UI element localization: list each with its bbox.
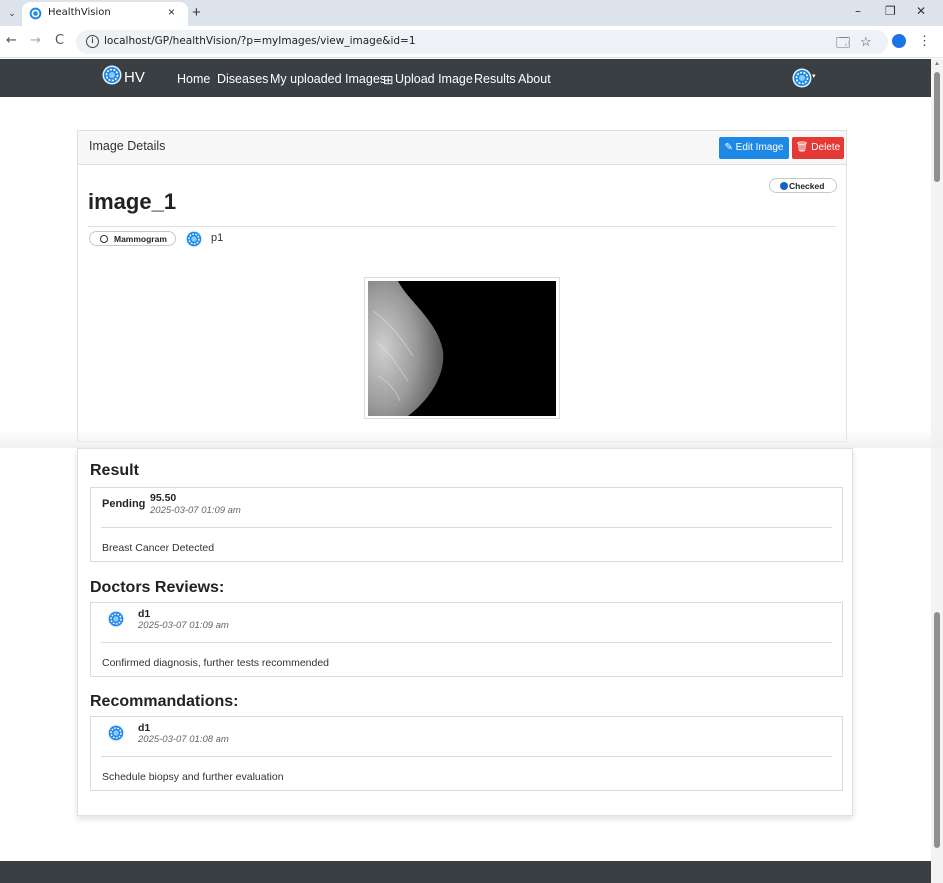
profile-avatar-icon[interactable] <box>892 34 906 48</box>
nav-results[interactable]: Results <box>474 72 516 86</box>
address-bar[interactable]: i localhost/GP/healthVision/?p=myImages/… <box>76 30 888 54</box>
recommender-name: d1 <box>138 722 151 734</box>
site-footer <box>0 861 931 883</box>
recommendation-timestamp: 2025-03-07 01:08 am <box>138 734 229 745</box>
restore-button[interactable]: ❐ <box>885 4 896 18</box>
edit-image-button[interactable]: ✎ Edit Image <box>719 137 789 159</box>
delete-label: Delete <box>811 142 841 153</box>
tab-close-icon[interactable]: × <box>168 5 175 19</box>
image-type-text: Mammogram <box>114 234 167 244</box>
forward-button[interactable]: → <box>30 33 41 48</box>
site-info-icon[interactable]: i <box>86 35 99 48</box>
divider <box>101 527 832 528</box>
image-type-badge: Mammogram <box>89 231 176 246</box>
nav-home[interactable]: Home <box>177 72 210 86</box>
user-menu-caret-icon[interactable]: ▾ <box>812 72 816 80</box>
owner-name: p1 <box>211 232 224 244</box>
status-text: Checked <box>789 181 825 191</box>
reload-button[interactable]: C <box>55 33 64 48</box>
owner-avatar-icon <box>185 230 203 248</box>
translate-icon[interactable]: 🗔 <box>836 34 850 56</box>
result-score: 95.50 <box>150 492 177 504</box>
url-text: localhost/GP/healthVision/?p=myImages/vi… <box>104 35 416 47</box>
nav-upload-icon: ⊞ <box>383 73 394 87</box>
minimize-button[interactable]: – <box>855 4 861 18</box>
scroll-fold <box>0 430 943 448</box>
nav-diseases[interactable]: Diseases <box>217 72 268 86</box>
recommendation-text: Schedule biopsy and further evaluation <box>102 771 284 783</box>
bookmark-star-icon[interactable]: ☆ <box>860 34 872 50</box>
user-menu-avatar-icon[interactable] <box>792 68 812 88</box>
result-timestamp: 2025-03-07 01:09 am <box>150 505 241 516</box>
scrollbar-thumb-lower[interactable] <box>934 612 940 848</box>
status-dot-icon <box>780 182 788 190</box>
tab-title: HealthVision <box>48 7 111 18</box>
browser-tab-strip: ⌄ HealthVision × + – ❐ ✕ <box>0 0 943 26</box>
result-text: Breast Cancer Detected <box>102 542 215 554</box>
browser-toolbar: ← → C i localhost/GP/healthVision/?p=myI… <box>0 26 943 58</box>
result-heading: Result <box>90 462 139 479</box>
reviewer-name: d1 <box>138 608 151 620</box>
card-header: Image Details ✎ Edit Image 🗑 Delete <box>78 131 846 165</box>
back-button[interactable]: ← <box>6 33 17 48</box>
edit-icon: ✎ <box>724 142 733 153</box>
doctor-avatar-icon <box>107 610 125 628</box>
divider <box>101 642 832 643</box>
divider <box>88 226 836 227</box>
divider <box>101 756 832 757</box>
status-badge: Checked <box>769 178 837 193</box>
review-timestamp: 2025-03-07 01:09 am <box>138 620 229 631</box>
close-window-button[interactable]: ✕ <box>916 4 926 18</box>
nav-upload-image[interactable]: Upload Image <box>395 72 473 86</box>
brand-logo-icon[interactable] <box>102 65 122 85</box>
brand-name[interactable]: HV <box>124 69 145 86</box>
result-box: Pending 95.50 2025-03-07 01:09 am Breast… <box>90 487 843 562</box>
recommendation-item: d1 2025-03-07 01:08 am Schedule biopsy a… <box>90 716 843 791</box>
scrollbar-thumb[interactable] <box>934 72 940 182</box>
browser-menu-icon[interactable]: ⋮ <box>918 33 931 49</box>
tab-list-button[interactable]: ⌄ <box>4 6 20 20</box>
image-details-card: Image Details ✎ Edit Image 🗑 Delete Chec… <box>77 130 847 442</box>
recommendations-heading: Recommandations: <box>90 693 239 710</box>
result-status: Pending <box>102 498 146 510</box>
mammogram-image[interactable] <box>364 277 560 419</box>
card-title: Image Details <box>89 139 166 153</box>
review-item: d1 2025-03-07 01:09 am Confirmed diagnos… <box>90 602 843 677</box>
mammogram-scan <box>368 281 556 416</box>
site-navbar: HV Home Diseases My uploaded Images ⊞ Up… <box>0 59 931 97</box>
doctor-avatar-icon <box>107 724 125 742</box>
edit-image-label: Edit Image <box>735 142 784 153</box>
nav-about[interactable]: About <box>518 72 551 86</box>
new-tab-button[interactable]: + <box>192 4 201 21</box>
nav-my-uploaded-images[interactable]: My uploaded Images <box>270 72 386 86</box>
browser-tab[interactable]: HealthVision × <box>22 2 188 26</box>
image-name-heading: image_1 <box>88 189 177 214</box>
doctors-reviews-heading: Doctors Reviews: <box>90 579 225 596</box>
result-panel: Result Pending 95.50 2025-03-07 01:09 am… <box>77 448 853 816</box>
delete-button[interactable]: 🗑 Delete <box>792 137 844 159</box>
review-text: Confirmed diagnosis, further tests recom… <box>102 657 330 669</box>
circle-outline-icon <box>100 235 108 243</box>
healthvision-favicon-icon <box>29 7 42 20</box>
trash-icon: 🗑 <box>795 142 809 153</box>
scroll-up-arrow-icon[interactable]: ▲ <box>934 61 940 67</box>
